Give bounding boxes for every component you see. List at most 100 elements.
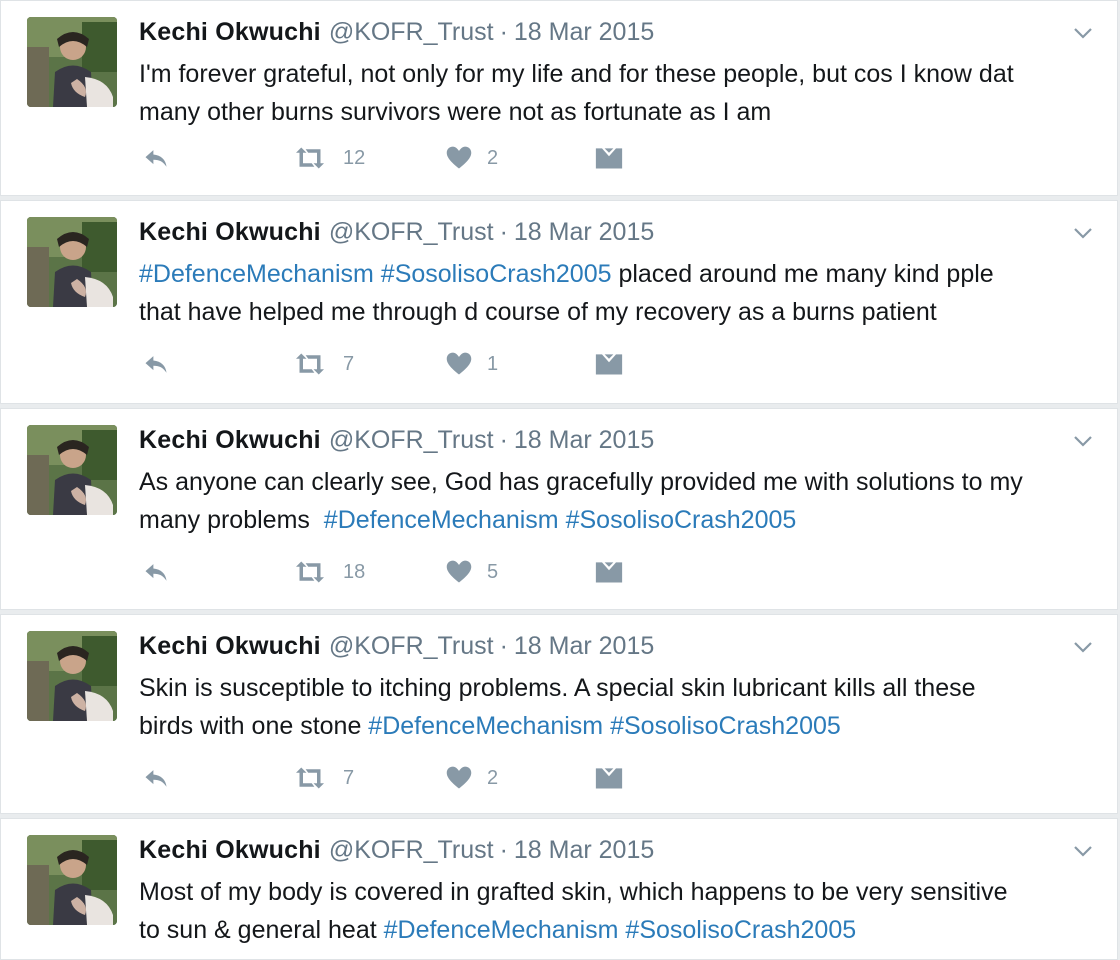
reply-icon <box>141 764 171 792</box>
separator: · <box>499 632 508 660</box>
tweet[interactable]: Kechi Okwuchi @KOFR_Trust · 18 Mar 2015 Mos… <box>0 818 1118 960</box>
text-line: #DefenceMechanism #SosolisoCrash2005 pla… <box>139 255 1099 293</box>
retweet-icon <box>291 764 329 792</box>
reply-button[interactable] <box>141 347 171 381</box>
text-fragment: many problems <box>139 506 324 534</box>
retweet-button[interactable]: 18 <box>291 555 365 589</box>
avatar[interactable] <box>27 835 117 925</box>
like-count: 2 <box>487 146 499 169</box>
like-button[interactable]: 1 <box>445 347 498 381</box>
tweet-header: Kechi Okwuchi @KOFR_Trust · 18 Mar 2015 <box>139 425 654 455</box>
reply-icon <box>141 144 171 172</box>
author-handle[interactable]: @KOFR_Trust <box>329 426 494 454</box>
like-button[interactable]: 2 <box>445 141 498 175</box>
hashtag-link[interactable]: #DefenceMechanism <box>139 260 374 288</box>
direct-message-button[interactable] <box>593 761 625 795</box>
tweet-header: Kechi Okwuchi @KOFR_Trust · 18 Mar 2015 <box>139 835 654 865</box>
reply-button[interactable] <box>141 761 171 795</box>
text-line: Most of my body is covered in grafted sk… <box>139 878 1008 906</box>
avatar[interactable] <box>27 631 117 721</box>
chevron-down-icon[interactable] <box>1071 635 1095 659</box>
direct-message-icon <box>593 558 625 586</box>
tweet-actions: 12 2 <box>139 141 659 175</box>
tweet[interactable]: Kechi Okwuchi @KOFR_Trust · 18 Mar 2015 As … <box>0 408 1118 610</box>
tweet-date[interactable]: 18 Mar 2015 <box>514 836 654 864</box>
reply-icon <box>141 350 171 378</box>
text-fragment: to sun & general heat <box>139 916 384 944</box>
tweet-date[interactable]: 18 Mar 2015 <box>514 426 654 454</box>
author-name[interactable]: Kechi Okwuchi <box>139 836 321 864</box>
direct-message-icon <box>593 764 625 792</box>
author-name[interactable]: Kechi Okwuchi <box>139 426 321 454</box>
retweet-button[interactable]: 7 <box>291 347 354 381</box>
like-button[interactable]: 5 <box>445 555 498 589</box>
direct-message-button[interactable] <box>593 141 625 175</box>
tweet[interactable]: Kechi Okwuchi @KOFR_Trust · 18 Mar 2015 I'm… <box>0 0 1118 196</box>
reply-button[interactable] <box>141 141 171 175</box>
tweet-date[interactable]: 18 Mar 2015 <box>514 218 654 246</box>
separator: · <box>499 426 508 454</box>
direct-message-button[interactable] <box>593 347 625 381</box>
tweet-text: Most of my body is covered in grafted sk… <box>139 873 1099 949</box>
tweet-header: Kechi Okwuchi @KOFR_Trust · 18 Mar 2015 <box>139 631 654 661</box>
like-count: 2 <box>487 766 499 789</box>
direct-message-icon <box>593 144 625 172</box>
hashtag-link[interactable]: #SosolisoCrash2005 <box>566 506 797 534</box>
text-line: to sun & general heat #DefenceMechanism … <box>139 911 1099 949</box>
avatar[interactable] <box>27 17 117 107</box>
hashtag-link[interactable]: #DefenceMechanism <box>384 916 619 944</box>
text-line: that have helped me through d course of … <box>139 298 937 326</box>
tweet-text: As anyone can clearly see, God has grace… <box>139 463 1099 539</box>
like-button[interactable]: 2 <box>445 761 498 795</box>
hashtag-link[interactable]: #DefenceMechanism <box>368 712 603 740</box>
chevron-down-icon[interactable] <box>1071 429 1095 453</box>
text-fragment: placed around me many kind pple <box>611 260 994 288</box>
retweet-icon <box>291 558 329 586</box>
retweet-button[interactable]: 12 <box>291 141 365 175</box>
retweet-icon <box>291 144 329 172</box>
author-handle[interactable]: @KOFR_Trust <box>329 218 494 246</box>
chevron-down-icon[interactable] <box>1071 839 1095 863</box>
chevron-down-icon[interactable] <box>1071 221 1095 245</box>
retweet-button[interactable]: 7 <box>291 761 354 795</box>
hashtag-link[interactable]: #SosolisoCrash2005 <box>610 712 841 740</box>
text-fragment: birds with one stone <box>139 712 369 740</box>
tweet-date[interactable]: 18 Mar 2015 <box>514 632 654 660</box>
tweet-header: Kechi Okwuchi @KOFR_Trust · 18 Mar 2015 <box>139 17 654 47</box>
retweet-icon <box>291 350 329 378</box>
direct-message-button[interactable] <box>593 555 625 589</box>
author-handle[interactable]: @KOFR_Trust <box>329 18 494 46</box>
tweet-text: I'm forever grateful, not only for my li… <box>139 55 1099 131</box>
retweet-count: 7 <box>343 766 355 789</box>
avatar[interactable] <box>27 217 117 307</box>
direct-message-icon <box>593 350 625 378</box>
text-line: many problems #DefenceMechanism #Sosolis… <box>139 501 1099 539</box>
tweet-text: Skin is susceptible to itching problems.… <box>139 669 1099 745</box>
tweet-date[interactable]: 18 Mar 2015 <box>514 18 654 46</box>
avatar[interactable] <box>27 425 117 515</box>
hashtag-link[interactable]: #DefenceMechanism <box>324 506 559 534</box>
tweet[interactable]: Kechi Okwuchi @KOFR_Trust · 18 Mar 2015 #De… <box>0 200 1118 404</box>
reply-button[interactable] <box>141 555 171 589</box>
author-name[interactable]: Kechi Okwuchi <box>139 632 321 660</box>
author-handle[interactable]: @KOFR_Trust <box>329 836 494 864</box>
author-name[interactable]: Kechi Okwuchi <box>139 18 321 46</box>
hashtag-link[interactable]: #SosolisoCrash2005 <box>381 260 612 288</box>
heart-icon <box>445 144 473 172</box>
author-name[interactable]: Kechi Okwuchi <box>139 218 321 246</box>
tweet-actions: 18 5 <box>139 555 659 589</box>
tweet-actions: 7 1 <box>139 347 659 381</box>
retweet-count: 12 <box>343 146 366 169</box>
tweet[interactable]: Kechi Okwuchi @KOFR_Trust · 18 Mar 2015 Ski… <box>0 614 1118 814</box>
reply-icon <box>141 558 171 586</box>
retweet-count: 7 <box>343 352 355 375</box>
separator: · <box>499 218 508 246</box>
text-line: As anyone can clearly see, God has grace… <box>139 468 1023 496</box>
tweet-actions: 7 2 <box>139 761 659 795</box>
chevron-down-icon[interactable] <box>1071 21 1095 45</box>
hashtag-link[interactable]: #SosolisoCrash2005 <box>625 916 856 944</box>
heart-icon <box>445 558 473 586</box>
text-line: Skin is susceptible to itching problems.… <box>139 674 976 702</box>
separator: · <box>499 18 508 46</box>
author-handle[interactable]: @KOFR_Trust <box>329 632 494 660</box>
